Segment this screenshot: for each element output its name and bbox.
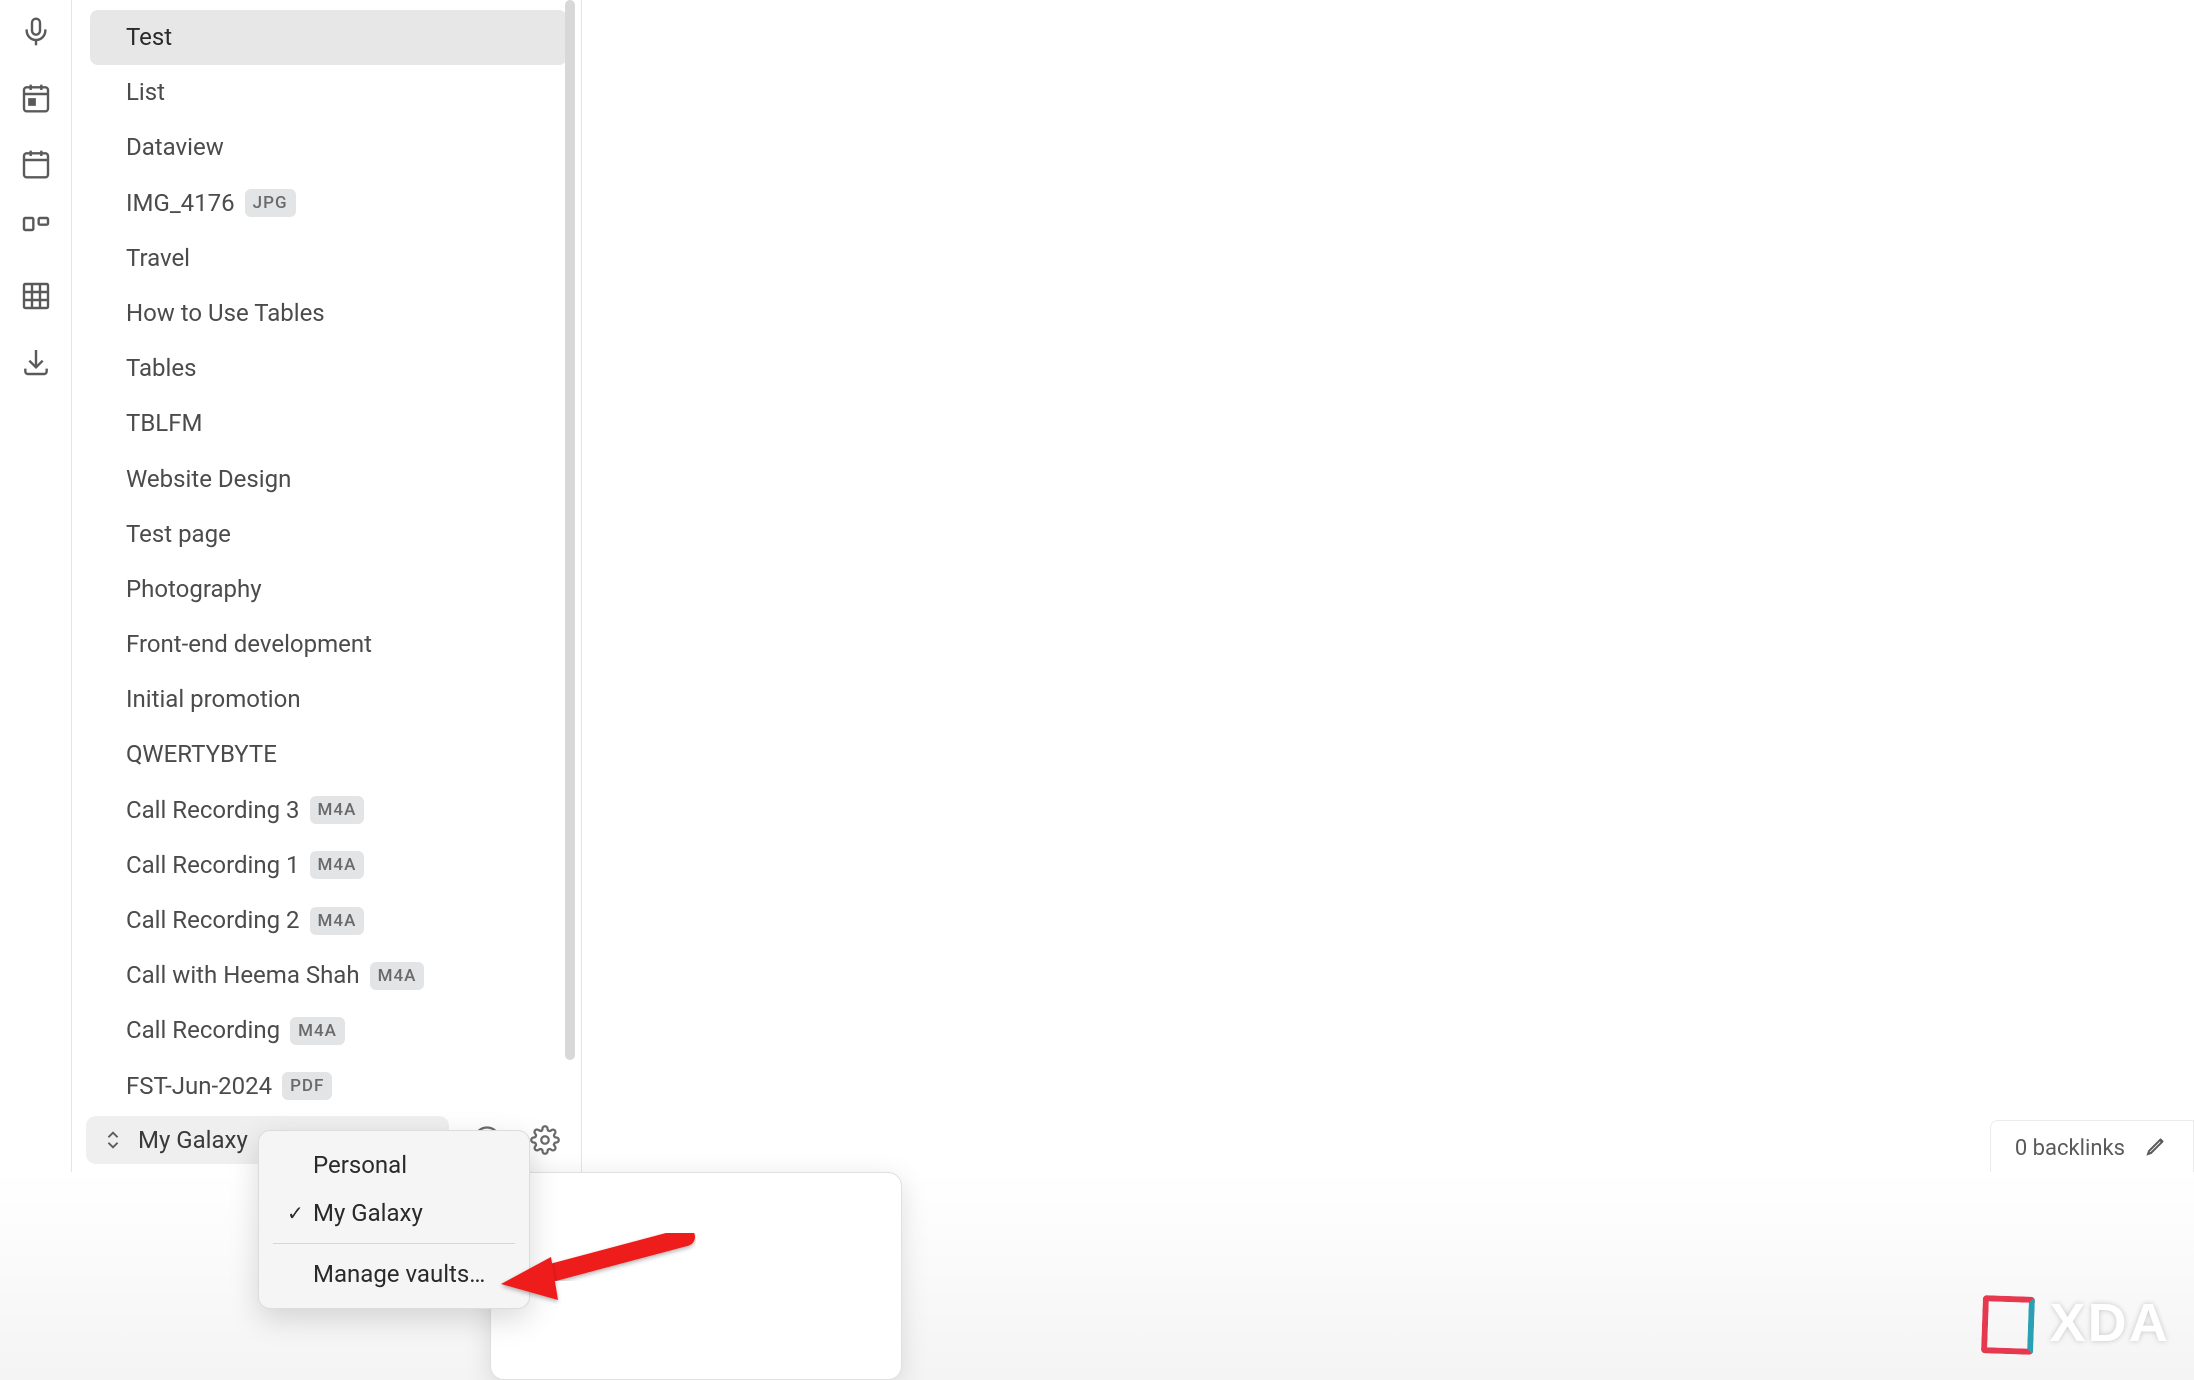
settings-icon[interactable] bbox=[525, 1120, 565, 1160]
file-item[interactable]: Test bbox=[90, 10, 567, 65]
check-icon bbox=[287, 1153, 305, 1177]
left-ribbon bbox=[0, 0, 72, 1172]
file-badge: M4A bbox=[310, 907, 365, 935]
vault-menu: Personal ✓ My Galaxy Manage vaults… bbox=[258, 1130, 530, 1309]
file-label: QWERTYBYTE bbox=[126, 739, 277, 770]
file-label: Call Recording 3 bbox=[126, 795, 300, 826]
spacer bbox=[287, 1262, 305, 1286]
file-badge: M4A bbox=[310, 796, 365, 824]
sidebar: Test List Dataview IMG_4176 JPG Travel Ho… bbox=[72, 0, 582, 1172]
edit-icon[interactable] bbox=[2145, 1133, 2169, 1163]
file-item[interactable]: TBLFM bbox=[90, 396, 567, 451]
file-label: Photography bbox=[126, 574, 262, 605]
file-label: Call Recording bbox=[126, 1015, 280, 1046]
file-label: Tables bbox=[126, 353, 196, 384]
file-item[interactable]: FST-Jun-2024 PDF bbox=[90, 1059, 567, 1108]
board-icon[interactable] bbox=[16, 210, 56, 250]
file-label: Test page bbox=[126, 519, 231, 550]
table-icon[interactable] bbox=[16, 276, 56, 316]
chevron-up-down-icon bbox=[102, 1129, 124, 1151]
mic-icon[interactable] bbox=[16, 12, 56, 52]
file-item[interactable]: Photography bbox=[90, 562, 567, 617]
file-item[interactable]: Call Recording 2 M4A bbox=[90, 893, 567, 948]
file-item[interactable]: Call Recording 3 M4A bbox=[90, 783, 567, 838]
menu-label: Manage vaults… bbox=[313, 1260, 485, 1288]
background-window bbox=[490, 1172, 902, 1380]
editor-pane[interactable] bbox=[582, 0, 2194, 1172]
file-label: Initial promotion bbox=[126, 684, 301, 715]
file-label: Test bbox=[126, 22, 172, 53]
file-label: IMG_4176 bbox=[126, 188, 235, 219]
file-badge: JPG bbox=[245, 189, 296, 217]
file-label: Call Recording 1 bbox=[126, 850, 300, 881]
file-label: Website Design bbox=[126, 464, 291, 495]
scrollbar-thumb[interactable] bbox=[565, 0, 575, 1060]
status-bar: 0 backlinks bbox=[1990, 1120, 2194, 1176]
vault-menu-manage[interactable]: Manage vaults… bbox=[259, 1250, 529, 1298]
check-icon: ✓ bbox=[287, 1201, 305, 1225]
vault-menu-item-personal[interactable]: Personal bbox=[259, 1141, 529, 1189]
file-item[interactable]: Test page bbox=[90, 507, 567, 562]
file-badge: M4A bbox=[290, 1017, 345, 1045]
file-item[interactable]: Call Recording M4A bbox=[90, 1003, 567, 1058]
file-item[interactable]: Dataview bbox=[90, 120, 567, 175]
file-label: How to Use Tables bbox=[126, 298, 325, 329]
file-label: FST-Jun-2024 bbox=[126, 1071, 272, 1102]
file-item[interactable]: Website Design bbox=[90, 452, 567, 507]
vault-name: My Galaxy bbox=[138, 1126, 248, 1154]
file-item[interactable]: QWERTYBYTE bbox=[90, 727, 567, 782]
file-label: Front-end development bbox=[126, 629, 372, 660]
file-label: List bbox=[126, 77, 165, 108]
file-item[interactable]: Travel bbox=[90, 231, 567, 286]
file-item[interactable]: How to Use Tables bbox=[90, 286, 567, 341]
app-window: Test List Dataview IMG_4176 JPG Travel Ho… bbox=[0, 0, 2194, 1172]
calendar-icon[interactable] bbox=[16, 144, 56, 184]
file-badge: M4A bbox=[310, 851, 365, 879]
file-label: Travel bbox=[126, 243, 190, 274]
file-item[interactable]: Tables bbox=[90, 341, 567, 396]
file-item[interactable]: Initial promotion bbox=[90, 672, 567, 727]
file-label: Call Recording 2 bbox=[126, 905, 300, 936]
file-badge: M4A bbox=[370, 962, 425, 990]
calendar-day-icon[interactable] bbox=[16, 78, 56, 118]
file-item[interactable]: Call with Heema Shah M4A bbox=[90, 948, 567, 1003]
file-badge: PDF bbox=[282, 1072, 332, 1100]
file-item[interactable]: Front-end development bbox=[90, 617, 567, 672]
menu-separator bbox=[273, 1243, 515, 1244]
watermark: XDA bbox=[2028, 1292, 2170, 1354]
file-label: Call with Heema Shah bbox=[126, 960, 360, 991]
file-item[interactable]: IMG_4176 JPG bbox=[90, 176, 567, 231]
menu-label: My Galaxy bbox=[313, 1199, 423, 1227]
download-icon[interactable] bbox=[16, 342, 56, 382]
file-list[interactable]: Test List Dataview IMG_4176 JPG Travel Ho… bbox=[72, 0, 581, 1108]
file-item[interactable]: List bbox=[90, 65, 567, 120]
vault-menu-item-mygalaxy[interactable]: ✓ My Galaxy bbox=[259, 1189, 529, 1237]
file-label: Dataview bbox=[126, 132, 224, 163]
menu-label: Personal bbox=[313, 1151, 407, 1179]
backlinks-count[interactable]: 0 backlinks bbox=[2015, 1136, 2125, 1161]
file-label: TBLFM bbox=[126, 408, 202, 439]
file-item[interactable]: Call Recording 1 M4A bbox=[90, 838, 567, 893]
